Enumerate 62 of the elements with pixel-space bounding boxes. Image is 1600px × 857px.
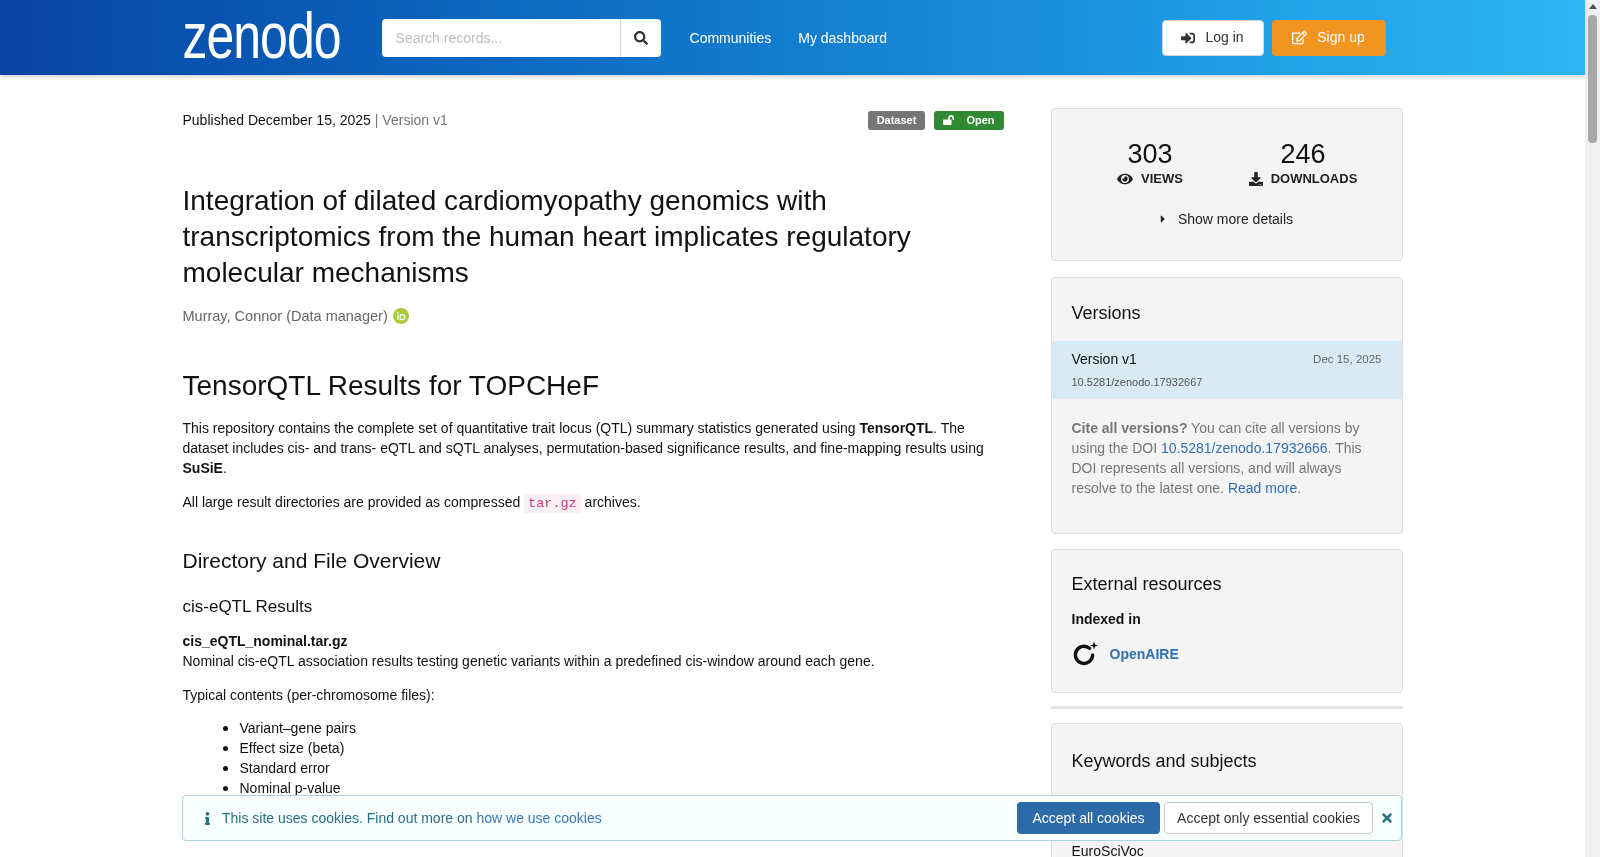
cookie-policy-link[interactable]: how we use cookies — [476, 810, 602, 826]
bullet-icon — [222, 785, 228, 791]
description-paragraph: Typical contents (per-chromosome files): — [182, 686, 436, 705]
eye-icon — [1117, 172, 1134, 186]
zenodo-logo[interactable]: zenodo — [182, 6, 341, 65]
list-item-text: Nominal p-value — [239, 779, 341, 798]
version-label: Version v1 — [1071, 350, 1137, 369]
scroll-up-arrow-icon[interactable] — [1588, 4, 1597, 9]
vocabulary-label: EuroSciVoc — [1071, 844, 1144, 857]
ring-logo-icon — [1071, 641, 1098, 667]
download-icon — [1248, 172, 1263, 186]
card-title: Keywords and subjects — [1071, 750, 1258, 773]
resource-type-badge: Dataset — [867, 110, 926, 130]
version-row[interactable]: Version v1 Dec 15, 2025 10.5281/zenodo.17932667 — [1051, 341, 1402, 399]
stat-value: 246 — [1280, 139, 1326, 169]
card-subtitle: Indexed in — [1071, 610, 1141, 629]
file-description: Nominal cis-eQTL association results testing genetic variants within a predefined cis-window around each gene. — [182, 652, 875, 671]
read-more-link[interactable]: Read more — [1227, 480, 1298, 496]
cite-note: Cite all versions? You can cite all versions by using the DOI 10.5281/zenodo.17932666. This DOI represents all versions, and will always resolve to the latest one. Read more. — [1070, 419, 1363, 498]
section-heading: Directory and File Overview — [182, 548, 442, 574]
doi-link[interactable]: 10.5281/zenodo.17932666 — [1161, 440, 1328, 456]
bullet-icon — [222, 765, 228, 771]
publication-date: Published December 15, 2025 — [182, 111, 371, 130]
nav-link[interactable]: Communities — [689, 27, 772, 48]
access-badge: Open — [934, 110, 1004, 130]
search-icon — [633, 30, 648, 45]
scrollbar-thumb[interactable] — [1588, 15, 1597, 143]
unlock-icon — [943, 115, 955, 125]
cookie-notice: This site uses cookies. Find out more on how we use cookies — [222, 809, 602, 828]
stat-label: VIEWS — [1141, 171, 1183, 187]
subsection-heading: cis-eQTL Results — [182, 596, 314, 618]
search-field[interactable]: Search records... — [381, 18, 620, 57]
version-doi: 10.5281/zenodo.17932667 — [1071, 375, 1203, 390]
card-title: Versions — [1070, 302, 1142, 325]
nav-link[interactable]: My dashboard — [798, 27, 887, 48]
version-date: Dec 15, 2025 — [1313, 352, 1382, 367]
description-paragraph: This repository contains the complete set of quantitative trait locus (QTL) summary statistics generated using TensorQTL. The dataset includes cis- and trans- eQTL and sQTL analyses, permutation-based significance results, and fine-mapping results using SuSiE. — [182, 419, 985, 478]
list-item-text: Variant–gene pairs — [239, 719, 356, 738]
version-label: | Version v1 — [374, 111, 448, 130]
login-button[interactable]: Log in — [1161, 19, 1264, 56]
record-title: Integration of dilated cardiomyopathy genomics with transcriptomics from the human heart implicates regulatory molecular mechanisms — [182, 184, 912, 290]
description-heading: TensorQTL Results for TOPCHeF — [182, 369, 600, 403]
search-button[interactable] — [619, 18, 661, 57]
close-icon — [1381, 811, 1393, 825]
bullet-icon — [222, 725, 228, 731]
edit-icon — [1292, 30, 1308, 45]
creator-name[interactable]: Murray, Connor (Data manager) — [182, 306, 388, 326]
resource-link[interactable]: OpenAIRE — [1109, 644, 1179, 664]
info-icon — [205, 811, 210, 825]
stat-value: 303 — [1127, 139, 1173, 169]
bullet-icon — [222, 745, 228, 751]
scrollbar-track[interactable] — [1585, 0, 1600, 857]
accept-essential-button[interactable]: Accept only essential cookies — [1164, 802, 1373, 834]
list-item-text: Standard error — [239, 759, 330, 778]
description-paragraph: All large result directories are provided as compressed tar.gz archives. — [182, 493, 642, 514]
stat-label: DOWNLOADS — [1270, 171, 1358, 187]
card-title: External resources — [1071, 573, 1223, 596]
file-name: cis_eQTL_nominal.tar.gz — [182, 632, 348, 651]
details-toggle[interactable]: Show more details — [1159, 209, 1294, 229]
sign-in-icon — [1181, 30, 1196, 45]
accept-all-button[interactable]: Accept all cookies — [1017, 802, 1160, 834]
list-item-text: Effect size (beta) — [239, 739, 345, 758]
